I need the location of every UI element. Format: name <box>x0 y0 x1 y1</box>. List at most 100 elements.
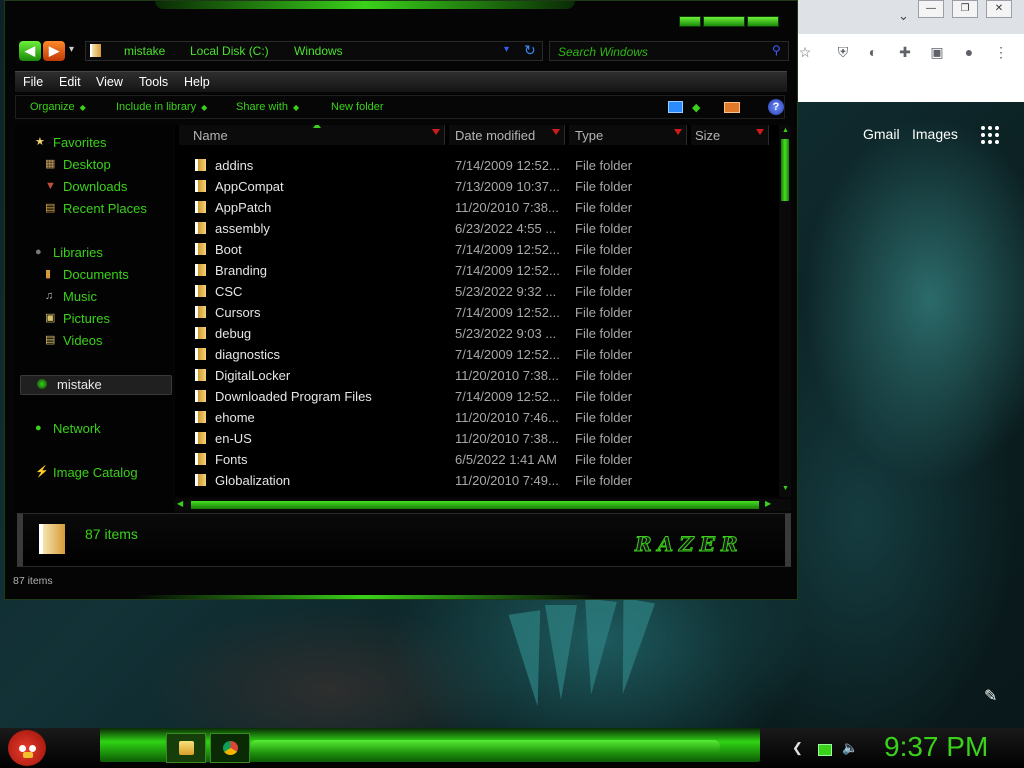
table-row[interactable]: en-US 11/20/2010 7:38... File folder <box>175 428 775 449</box>
customize-pencil-icon[interactable]: ✎ <box>984 686 997 706</box>
recent-pages-chevron-icon[interactable]: ▾ <box>69 44 74 55</box>
refresh-icon[interactable]: ↻ <box>524 42 536 59</box>
minimize-button[interactable] <box>679 16 701 27</box>
profile-avatar-icon[interactable]: ● <box>960 43 978 61</box>
include-in-library-button[interactable]: Include in library ◆ <box>116 101 207 113</box>
table-row[interactable]: Downloaded Program Files 7/14/2009 12:52.… <box>175 386 775 407</box>
sidebar-item-downloads[interactable]: ▼ Downloads <box>45 179 127 194</box>
explorer-window: ◀ ▶ ▾ mistake Local Disk (C:) Windows ▾ … <box>4 0 798 600</box>
sidebar-item-recent-places[interactable]: ▤ Recent Places <box>45 201 147 216</box>
browser-tabstrip: — ❐ ✕ <box>796 0 1024 34</box>
preview-pane-icon[interactable] <box>724 102 740 113</box>
search-box[interactable]: ⚲ <box>549 41 789 61</box>
table-row[interactable]: ehome 11/20/2010 7:46... File folder <box>175 407 775 428</box>
menu-tools[interactable]: Tools <box>139 75 168 89</box>
restore-icon[interactable]: ❐ <box>952 0 978 18</box>
table-row[interactable]: assembly 6/23/2022 4:55 ... File folder <box>175 218 775 239</box>
sidebar-item-music[interactable]: ♫ Music <box>45 289 97 304</box>
sidebar-item-homegroup[interactable]: mistake <box>20 375 172 395</box>
close-icon[interactable]: ✕ <box>986 0 1012 18</box>
help-icon[interactable]: ? <box>768 99 784 115</box>
sidebar-item-videos[interactable]: ▤ Videos <box>45 333 103 348</box>
sidebar-network[interactable]: ● Network <box>35 421 101 436</box>
table-row[interactable]: Globalization 11/20/2010 7:49... File fold… <box>175 470 775 491</box>
breadcrumb-mistake[interactable]: mistake <box>124 44 165 58</box>
table-row-partial[interactable] <box>175 493 775 497</box>
sidepanel-icon[interactable]: ▣ <box>928 43 946 61</box>
bookmark-star-icon[interactable]: ☆ <box>796 43 814 61</box>
scroll-thumb[interactable] <box>781 139 789 201</box>
sidebar-favorites[interactable]: ★ Favorites <box>35 135 106 150</box>
forward-arrow-icon[interactable]: ▶ <box>43 41 65 61</box>
sidebar-item-pictures[interactable]: ▣ Pictures <box>45 311 110 326</box>
share-with-button[interactable]: Share with ◆ <box>236 101 299 113</box>
scroll-left-icon[interactable]: ◀ <box>177 499 183 508</box>
taskbar-chrome-button[interactable] <box>210 733 250 763</box>
column-header-size[interactable]: Size <box>691 125 769 145</box>
scroll-up-icon[interactable]: ▲ <box>782 127 789 134</box>
sidebar-item-documents[interactable]: ▮ Documents <box>45 267 129 282</box>
extension-icon[interactable]: ◐ <box>864 43 882 61</box>
address-dropdown-icon[interactable]: ▾ <box>504 44 509 55</box>
table-row[interactable]: Fonts 6/5/2022 1:41 AM File folder <box>175 449 775 470</box>
breadcrumb-windows[interactable]: Windows <box>294 44 343 58</box>
table-row[interactable]: debug 5/23/2022 9:03 ... File folder <box>175 323 775 344</box>
column-header-date[interactable]: Date modified <box>449 125 565 145</box>
table-row[interactable]: DigitalLocker 11/20/2010 7:38... File fold… <box>175 365 775 386</box>
recent-places-label: Recent Places <box>63 201 147 216</box>
ublock-extension-icon[interactable]: ⛨ <box>834 43 852 61</box>
table-row[interactable]: Boot 7/14/2009 12:52... File folder <box>175 239 775 260</box>
close-button[interactable] <box>747 16 779 27</box>
clock[interactable]: 9:37 PM <box>884 731 988 763</box>
gmail-link[interactable]: Gmail <box>863 126 900 142</box>
scroll-down-icon[interactable]: ▼ <box>782 485 789 492</box>
table-row[interactable]: diagnostics 7/14/2009 12:52... File folder <box>175 344 775 365</box>
images-link[interactable]: Images <box>912 126 958 142</box>
horizontal-scrollbar[interactable]: ◀ ▶ <box>175 499 791 511</box>
taskbar-explorer-button[interactable] <box>166 733 206 763</box>
file-date: 7/14/2009 12:52... <box>455 347 560 362</box>
menu-help[interactable]: Help <box>184 75 210 89</box>
tab-search-chevron-icon[interactable]: ⌄ <box>898 8 909 24</box>
table-row[interactable]: Branding 7/14/2009 12:52... File folder <box>175 260 775 281</box>
menu-bar: File Edit View Tools Help <box>15 71 787 92</box>
file-date: 11/20/2010 7:38... <box>455 368 559 383</box>
puzzle-extensions-icon[interactable]: ✚ <box>896 43 914 61</box>
search-input[interactable] <box>556 43 770 61</box>
table-row[interactable]: AppCompat 7/13/2009 10:37... File folder <box>175 176 775 197</box>
table-row[interactable]: AppPatch 11/20/2010 7:38... File folder <box>175 197 775 218</box>
file-date: 5/23/2022 9:03 ... <box>455 326 557 341</box>
sidebar-item-desktop[interactable]: ▦ Desktop <box>45 157 111 172</box>
breadcrumb-local-disk[interactable]: Local Disk (C:) <box>190 44 269 58</box>
network-tray-icon[interactable] <box>818 744 832 756</box>
scroll-right-icon[interactable]: ▶ <box>765 499 771 508</box>
sidebar-image-catalog[interactable]: ⚡ Image Catalog <box>35 465 138 480</box>
column-header-name[interactable]: Name <box>179 125 445 145</box>
volume-icon[interactable]: 🔈 <box>842 740 858 756</box>
tray-overflow-icon[interactable]: ❮ <box>792 740 803 756</box>
column-header-type[interactable]: Type <box>569 125 687 145</box>
file-name: Boot <box>215 242 242 257</box>
maximize-button[interactable] <box>703 16 745 27</box>
google-apps-icon[interactable] <box>981 126 999 144</box>
table-row[interactable]: addins 7/14/2009 12:52... File folder <box>175 155 775 176</box>
back-arrow-icon[interactable]: ◀ <box>19 41 41 61</box>
view-options-dot-icon[interactable]: ◆ <box>692 101 700 114</box>
vertical-scrollbar[interactable]: ▲ ▼ <box>779 125 791 497</box>
start-button[interactable] <box>8 730 46 766</box>
kebab-menu-icon[interactable]: ⋮ <box>992 43 1010 61</box>
new-folder-button[interactable]: New folder <box>331 101 384 113</box>
address-bar[interactable]: mistake Local Disk (C:) Windows ▾ ↻ <box>85 41 543 61</box>
file-name: AppCompat <box>215 179 284 194</box>
table-row[interactable]: Cursors 7/14/2009 12:52... File folder <box>175 302 775 323</box>
menu-file[interactable]: File <box>23 75 43 89</box>
change-view-icon[interactable] <box>668 101 683 113</box>
menu-edit[interactable]: Edit <box>59 75 81 89</box>
minimize-icon[interactable]: — <box>918 0 944 18</box>
h-scroll-thumb[interactable] <box>191 501 759 509</box>
search-icon[interactable]: ⚲ <box>772 43 781 57</box>
sidebar-libraries[interactable]: ● Libraries <box>35 245 103 260</box>
table-row[interactable]: CSC 5/23/2022 9:32 ... File folder <box>175 281 775 302</box>
menu-view[interactable]: View <box>96 75 123 89</box>
organize-button[interactable]: Organize ◆ <box>30 101 86 113</box>
